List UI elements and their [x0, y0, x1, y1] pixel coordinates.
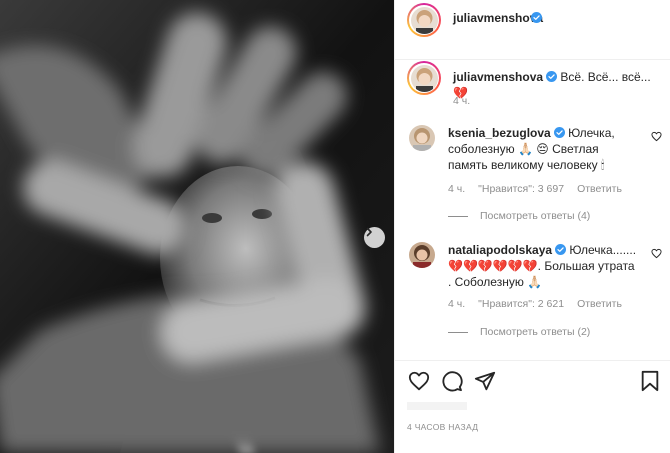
replies-divider — [448, 215, 468, 217]
commenter-avatar[interactable] — [409, 242, 435, 268]
comment-time: 4 ч. — [448, 298, 466, 310]
view-replies-label: Посмотреть ответы (4) — [480, 210, 591, 222]
author-avatar[interactable] — [407, 3, 441, 37]
replies-divider — [448, 331, 468, 333]
comment-time: 4 ч. — [448, 183, 466, 195]
comment-meta: 4 ч. "Нравится": 2 621 Ответить — [448, 298, 635, 310]
caption-author-avatar[interactable] — [407, 61, 441, 95]
commenter-avatar[interactable] — [409, 125, 435, 151]
comment-likes[interactable]: "Нравится": 3 697 — [478, 183, 564, 195]
heart-icon[interactable] — [408, 370, 430, 392]
comment-body: nataliapodolskaya Юлечка....... 💔💔💔💔💔💔. … — [448, 242, 640, 290]
photo-artwork — [0, 0, 394, 453]
reply-button[interactable]: Ответить — [577, 298, 622, 310]
caption-body: juliavmenshova Всё. Всё... всё... 💔 — [453, 69, 668, 101]
verified-badge-icon — [546, 71, 558, 82]
like-comment-heart-icon[interactable] — [651, 248, 662, 259]
comment-icon[interactable] — [441, 370, 463, 392]
view-replies-button[interactable]: Посмотреть ответы (2) — [448, 326, 590, 338]
commenter-username[interactable]: ksenia_bezuglova — [448, 126, 551, 140]
post-header: juliavmenshova — [395, 0, 670, 60]
bookmark-icon[interactable] — [639, 370, 661, 392]
comment-body: ksenia_bezuglova Юлечка, соболезную 🙏🏻 😔… — [448, 125, 640, 173]
reply-button[interactable]: Ответить — [577, 183, 622, 195]
comment-likes[interactable]: "Нравится": 2 621 — [478, 298, 564, 310]
caption-time: 4 ч. — [453, 95, 471, 107]
like-comment-heart-icon[interactable] — [651, 131, 662, 142]
post-action-bar — [395, 360, 670, 400]
caption-author-username[interactable]: juliavmenshova — [453, 70, 543, 84]
next-photo-button[interactable] — [364, 227, 385, 248]
author-avatar-image — [410, 6, 438, 34]
post-photo — [0, 0, 394, 453]
post-side-panel: juliavmenshova juliavmenshova Всё. Всё..… — [394, 0, 670, 453]
view-replies-label: Посмотреть ответы (2) — [480, 326, 591, 338]
caption-author-avatar-image — [410, 64, 438, 92]
author-username[interactable]: juliavmenshova — [453, 11, 543, 25]
commenter-username[interactable]: nataliapodolskaya — [448, 243, 552, 257]
verified-badge-icon — [531, 12, 542, 23]
comment-meta: 4 ч. "Нравится": 3 697 Ответить — [448, 183, 635, 195]
verified-badge-icon — [555, 244, 567, 255]
chevron-right-icon — [366, 227, 372, 237]
verified-badge-icon — [553, 127, 565, 138]
post-timestamp: 4 ЧАСОВ НАЗАД — [407, 422, 479, 432]
view-replies-button[interactable]: Посмотреть ответы (4) — [448, 210, 590, 222]
paper-plane-icon[interactable] — [474, 370, 496, 392]
likes-placeholder — [407, 402, 467, 410]
